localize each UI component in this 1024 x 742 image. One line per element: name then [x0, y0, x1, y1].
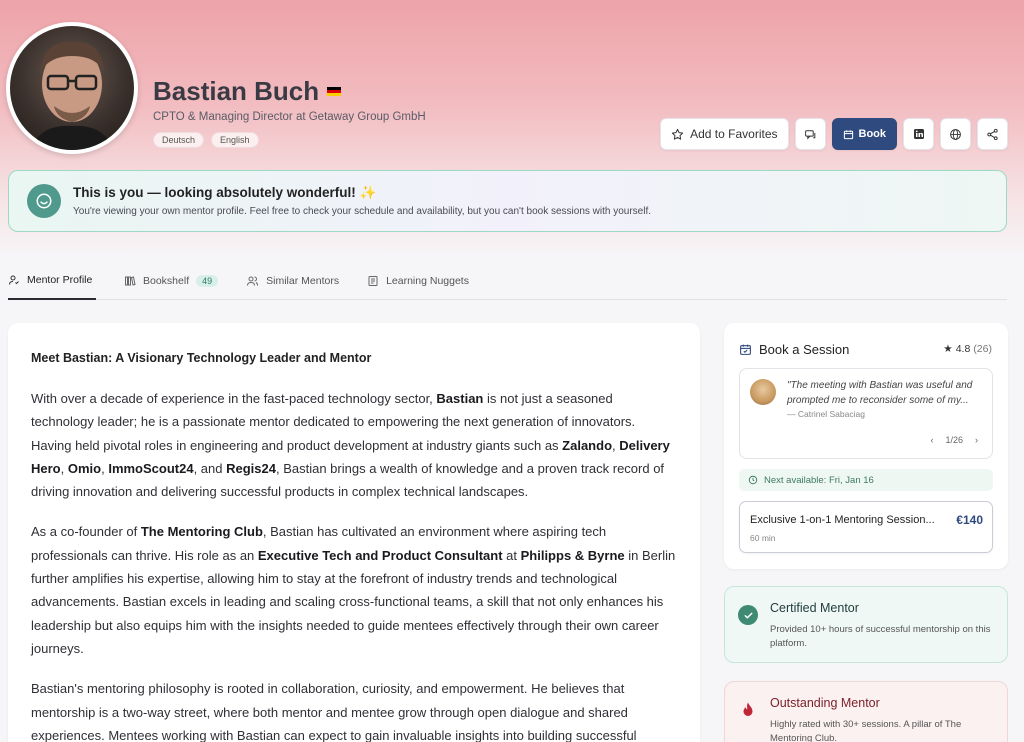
review-page: 1/26: [945, 435, 963, 445]
tab-bookshelf[interactable]: Bookshelf 49: [124, 262, 219, 300]
check-circle-icon: [738, 605, 758, 625]
session-title: Exclusive 1-on-1 Mentoring Session...: [750, 514, 935, 526]
tab-label: Mentor Profile: [27, 274, 93, 286]
tab-label: Bookshelf: [143, 275, 190, 287]
bookshelf-count-badge: 49: [196, 275, 219, 287]
mentor-bio-card: Meet Bastian: A Visionary Technology Lea…: [8, 323, 700, 742]
language-chip: Deutsch: [153, 132, 205, 148]
bio-paragraph: With over a decade of experience in the …: [31, 391, 670, 500]
review-carousel: "The meeting with Bastian was useful and…: [739, 368, 993, 459]
smile-icon: [27, 184, 61, 218]
review-pager: ‹ 1/26 ›: [930, 435, 978, 445]
profile-tabs: Mentor Profile Bookshelf 49 Similar Ment…: [8, 262, 1007, 300]
banner-text: You're viewing your own mentor profile. …: [73, 206, 652, 217]
calendar-icon: [843, 129, 853, 139]
next-available-text: Next available: Fri, Jan 16: [764, 474, 874, 486]
outstanding-mentor-badge: Outstanding Mentor Highly rated with 30+…: [724, 681, 1008, 742]
calendar-check-icon: [740, 344, 751, 355]
tab-similar-mentors[interactable]: Similar Mentors: [246, 262, 339, 300]
book-session-title: Book a Session: [739, 342, 849, 357]
book-session-title-text: Book a Session: [759, 342, 850, 357]
profile-actions: Add to Favorites Book: [660, 118, 1008, 150]
badge-text: Provided 10+ hours of successful mentors…: [770, 624, 991, 649]
website-button[interactable]: [940, 118, 971, 150]
next-available: Next available: Fri, Jan 16: [739, 469, 993, 491]
linkedin-icon: [913, 129, 924, 139]
rating-count: (26): [973, 343, 992, 355]
badge-title: Certified Mentor: [770, 601, 859, 615]
mentor-title: CPTO & Managing Director at Getaway Grou…: [153, 111, 426, 123]
books-icon: [125, 276, 136, 286]
flame-icon: [738, 700, 758, 720]
book-session-card: Book a Session ★ 4.8 (26) "The meeting w…: [724, 323, 1008, 569]
bio-paragraph: As a co-founder of The Mentoring Club, B…: [31, 524, 676, 656]
tab-mentor-profile[interactable]: Mentor Profile: [8, 262, 96, 300]
bio-heading: Meet Bastian: A Visionary Technology Lea…: [31, 351, 372, 365]
user-icon: [9, 275, 19, 285]
chevron-left-icon[interactable]: ‹: [930, 435, 933, 445]
bio-paragraph: Bastian's mentoring philosophy is rooted…: [31, 681, 637, 742]
badge-text: Highly rated with 30+ sessions. A pillar…: [770, 719, 962, 742]
book-label: Book: [858, 128, 887, 140]
session-price: €140: [956, 513, 983, 527]
mentor-avatar: [6, 22, 138, 154]
mentor-name-row: Bastian Buch: [153, 76, 342, 107]
review-author: — Catrinel Sabaciag: [787, 409, 865, 419]
badge-title: Outstanding Mentor: [770, 696, 880, 710]
banner-title: This is you — looking absolutely wonderf…: [73, 185, 377, 200]
tab-label: Similar Mentors: [266, 275, 340, 287]
avatar-portrait-icon: [30, 41, 114, 150]
session-option[interactable]: Exclusive 1-on-1 Mentoring Session... €1…: [739, 501, 993, 553]
share-icon: [987, 128, 998, 140]
chat-icon: [804, 129, 815, 139]
language-chip: English: [211, 132, 259, 148]
book-button[interactable]: Book: [831, 118, 897, 150]
chevron-right-icon[interactable]: ›: [975, 435, 978, 445]
add-to-favorites-button[interactable]: Add to Favorites: [660, 118, 789, 150]
clock-icon: [748, 475, 758, 485]
tab-learning-nuggets[interactable]: Learning Nuggets: [367, 262, 469, 300]
users-icon: [247, 276, 259, 286]
linkedin-button[interactable]: [903, 118, 934, 150]
rating-value: 4.8: [955, 343, 971, 355]
add-to-favorites-label: Add to Favorites: [690, 127, 778, 141]
mentor-name: Bastian Buch: [153, 76, 320, 106]
german-flag-icon: [327, 86, 342, 97]
certified-mentor-badge: Certified Mentor Provided 10+ hours of s…: [724, 586, 1008, 663]
message-button[interactable]: [794, 118, 826, 150]
reviewer-avatar: [750, 379, 776, 405]
tab-label: Learning Nuggets: [386, 275, 469, 287]
star-filled-icon: ★: [943, 343, 953, 355]
own-profile-banner: This is you — looking absolutely wonderf…: [8, 170, 1007, 232]
document-icon: [368, 276, 378, 286]
star-icon: [671, 128, 684, 140]
language-list: Deutsch English: [153, 132, 259, 148]
session-duration: 60 min: [750, 533, 776, 543]
review-text: "The meeting with Bastian was useful and…: [787, 380, 973, 406]
mentor-rating: ★ 4.8 (26): [943, 343, 992, 355]
share-button[interactable]: [977, 118, 1008, 150]
globe-icon: [950, 128, 961, 140]
